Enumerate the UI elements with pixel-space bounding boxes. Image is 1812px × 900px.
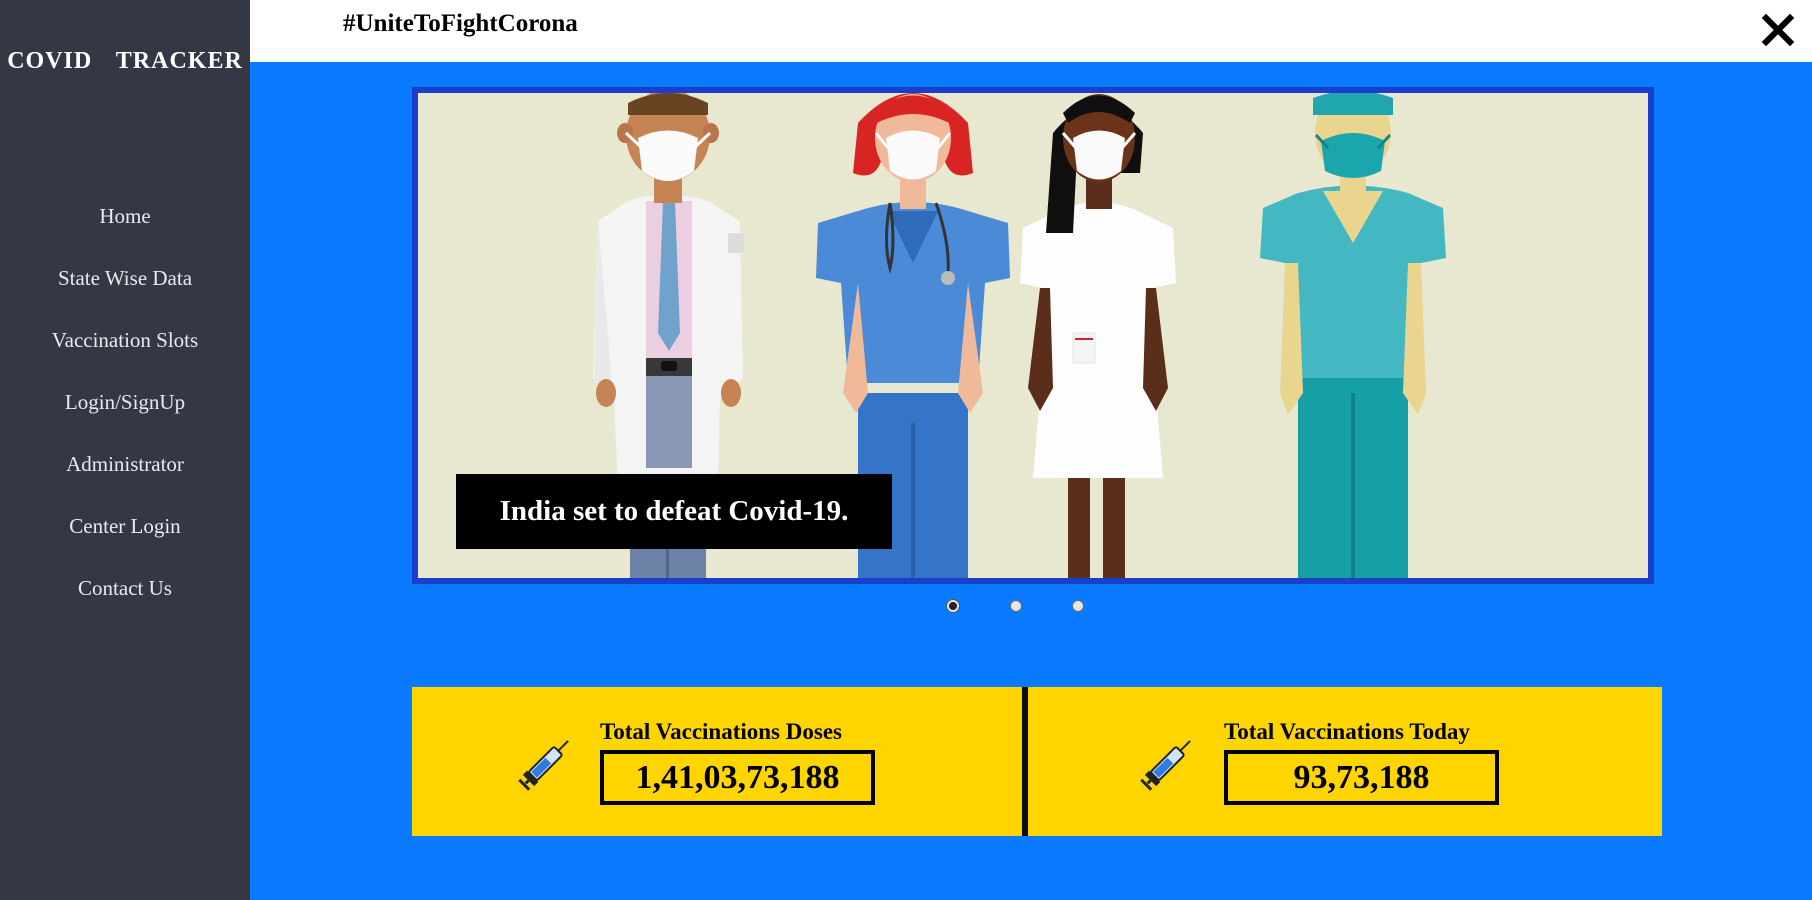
image-carousel[interactable]: India set to defeat Covid-19.	[412, 87, 1654, 584]
carousel-dot-3[interactable]	[1072, 600, 1084, 612]
carousel-slide: India set to defeat Covid-19.	[418, 93, 1648, 578]
today-value: 93,73,188	[1224, 750, 1499, 805]
sidebar-item-home[interactable]: Home	[0, 196, 250, 258]
close-icon[interactable]	[1758, 10, 1798, 50]
stat-total-doses: Total Vaccinations Doses 1,41,03,73,188	[412, 687, 1022, 836]
sidebar-nav: Home State Wise Data Vaccination Slots L…	[0, 196, 250, 630]
today-label: Total Vaccinations Today	[1224, 719, 1470, 744]
carousel-caption: India set to defeat Covid-19.	[456, 474, 892, 549]
syringe-icon	[518, 740, 569, 791]
total-doses-label: Total Vaccinations Doses	[600, 719, 842, 744]
total-doses-value: 1,41,03,73,188	[600, 750, 875, 805]
sidebar-item-contact-us[interactable]: Contact Us	[0, 568, 250, 630]
vaccination-stats-panel: Total Vaccinations Doses 1,41,03,73,188 …	[412, 687, 1662, 836]
brand-title: COVID TRACKER	[7, 48, 243, 74]
sidebar-item-administrator[interactable]: Administrator	[0, 444, 250, 506]
sidebar: COVID TRACKER Home State Wise Data Vacci…	[0, 0, 250, 900]
syringe-icon	[1140, 740, 1191, 791]
sidebar-item-login-signup[interactable]: Login/SignUp	[0, 382, 250, 444]
carousel-dot-1[interactable]	[947, 600, 959, 612]
hashtag-title: #UniteToFightCorona	[343, 10, 578, 37]
sidebar-item-state-wise-data[interactable]: State Wise Data	[0, 258, 250, 320]
carousel-dot-2[interactable]	[1010, 600, 1022, 612]
top-header: #UniteToFightCorona	[250, 0, 1812, 62]
sidebar-item-center-login[interactable]: Center Login	[0, 506, 250, 568]
stat-today: Total Vaccinations Today 93,73,188	[1028, 687, 1662, 836]
sidebar-item-vaccination-slots[interactable]: Vaccination Slots	[0, 320, 250, 382]
